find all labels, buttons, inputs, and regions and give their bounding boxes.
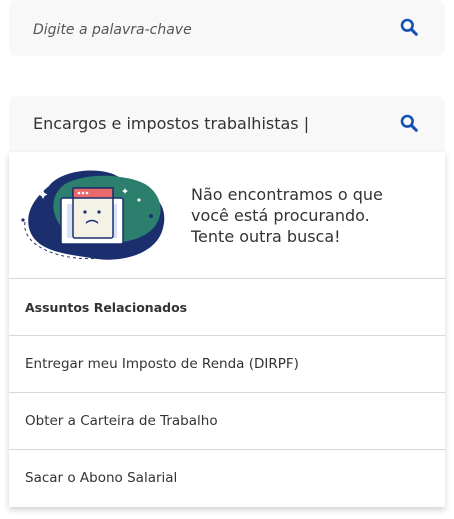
search-input-top[interactable] (33, 2, 383, 58)
search-input-active[interactable]: Encargos e impostos trabalhistas | (33, 114, 309, 133)
search-icon (400, 18, 418, 36)
related-topic-link[interactable]: Sacar o Abono Salarial (9, 450, 445, 506)
search-button-top[interactable] (399, 18, 419, 38)
search-results-dropdown: Não encontramos o que você está procuran… (9, 152, 445, 507)
search-box-active: Encargos e impostos trabalhistas | (9, 96, 445, 152)
empty-state: Não encontramos o que você está procuran… (9, 152, 445, 279)
related-topics-heading: Assuntos Relacionados (9, 279, 445, 336)
related-topic-link[interactable]: Obter a Carteira de Trabalho (9, 393, 445, 450)
search-box-top (9, 0, 445, 58)
related-topic-link[interactable]: Entregar meu Imposto de Renda (DIRPF) (9, 336, 445, 393)
empty-search-illustration (21, 170, 165, 260)
search-button-active[interactable] (399, 114, 419, 134)
empty-state-message: Não encontramos o que você está procuran… (191, 185, 383, 246)
search-icon (400, 114, 418, 132)
